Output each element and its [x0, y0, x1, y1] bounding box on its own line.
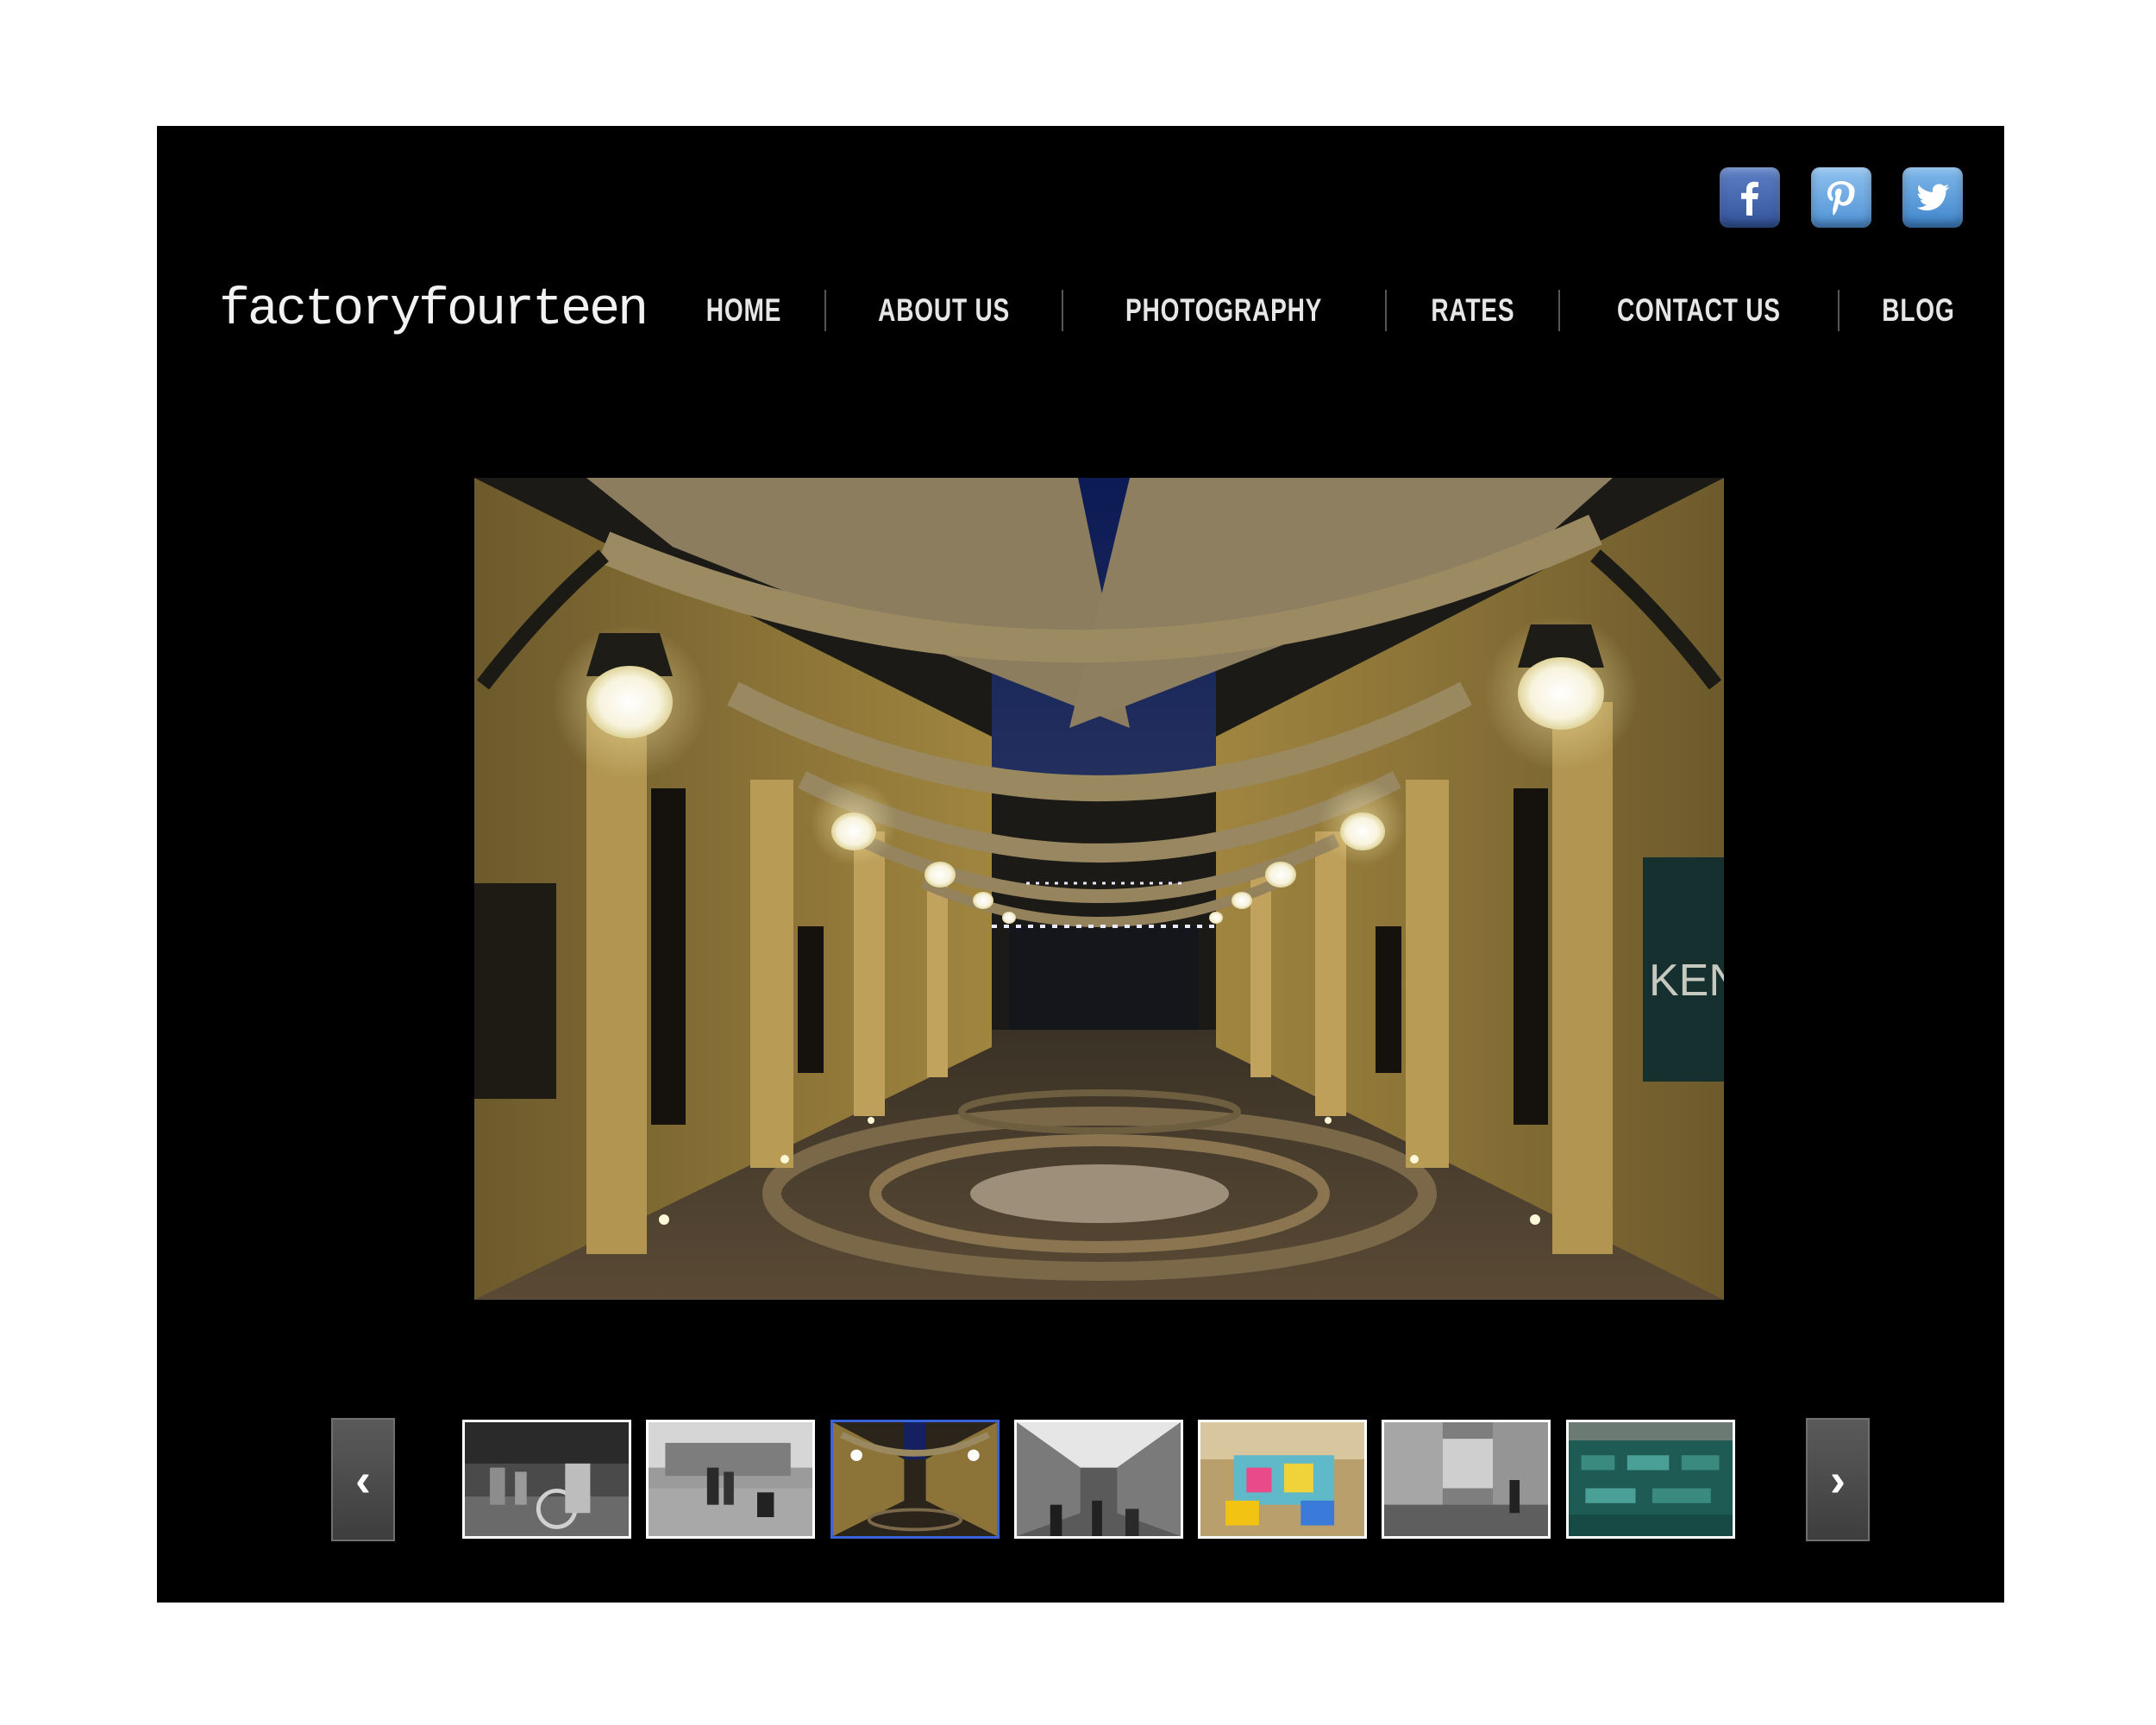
site-container: factoryfourteen HOME ABOUT US PHOTOGRAPH… — [157, 126, 2004, 1603]
pinterest-icon — [1827, 181, 1855, 216]
nav-divider — [1558, 290, 1561, 331]
thumbnail[interactable] — [1014, 1420, 1183, 1539]
next-button[interactable]: › — [1806, 1418, 1870, 1541]
nav-photography[interactable]: PHOTOGRAPHY — [1125, 292, 1322, 329]
nav-home[interactable]: HOME — [706, 292, 781, 329]
nav-rates[interactable]: RATES — [1431, 292, 1514, 329]
main-nav: HOME ABOUT US PHOTOGRAPHY RATES CONTACT … — [694, 290, 1966, 331]
nav-divider — [824, 290, 827, 331]
nav-divider — [1838, 290, 1840, 331]
nav-about-us[interactable]: ABOUT US — [878, 292, 1010, 329]
nav-divider — [1384, 290, 1387, 331]
thumbnail-active[interactable] — [830, 1420, 1000, 1539]
thumbnail[interactable] — [1198, 1420, 1367, 1539]
pinterest-button[interactable] — [1811, 167, 1871, 228]
thumbnail[interactable] — [646, 1420, 815, 1539]
nav-contact-us[interactable]: CONTACT US — [1617, 292, 1781, 329]
chevron-left-icon: ‹ — [355, 1453, 371, 1506]
chevron-right-icon: › — [1830, 1453, 1846, 1506]
shop-sign-text: KEN — [1649, 956, 1724, 1006]
thumbnail[interactable] — [1382, 1420, 1551, 1539]
featured-photo: KEN — [474, 478, 1724, 1300]
social-links — [1720, 167, 1963, 228]
site-logo[interactable]: factoryfourteen — [219, 281, 649, 340]
facebook-icon — [1741, 181, 1758, 216]
thumbnail[interactable] — [462, 1420, 631, 1539]
nav-blog[interactable]: BLOG — [1882, 292, 1954, 329]
thumbnail-strip: ‹ › — [157, 1418, 2004, 1543]
nav-divider — [1062, 290, 1064, 331]
facebook-button[interactable] — [1720, 167, 1780, 228]
prev-button[interactable]: ‹ — [331, 1418, 395, 1541]
thumbnail[interactable] — [1566, 1420, 1735, 1539]
twitter-button[interactable] — [1902, 167, 1963, 228]
twitter-icon — [1916, 184, 1950, 210]
